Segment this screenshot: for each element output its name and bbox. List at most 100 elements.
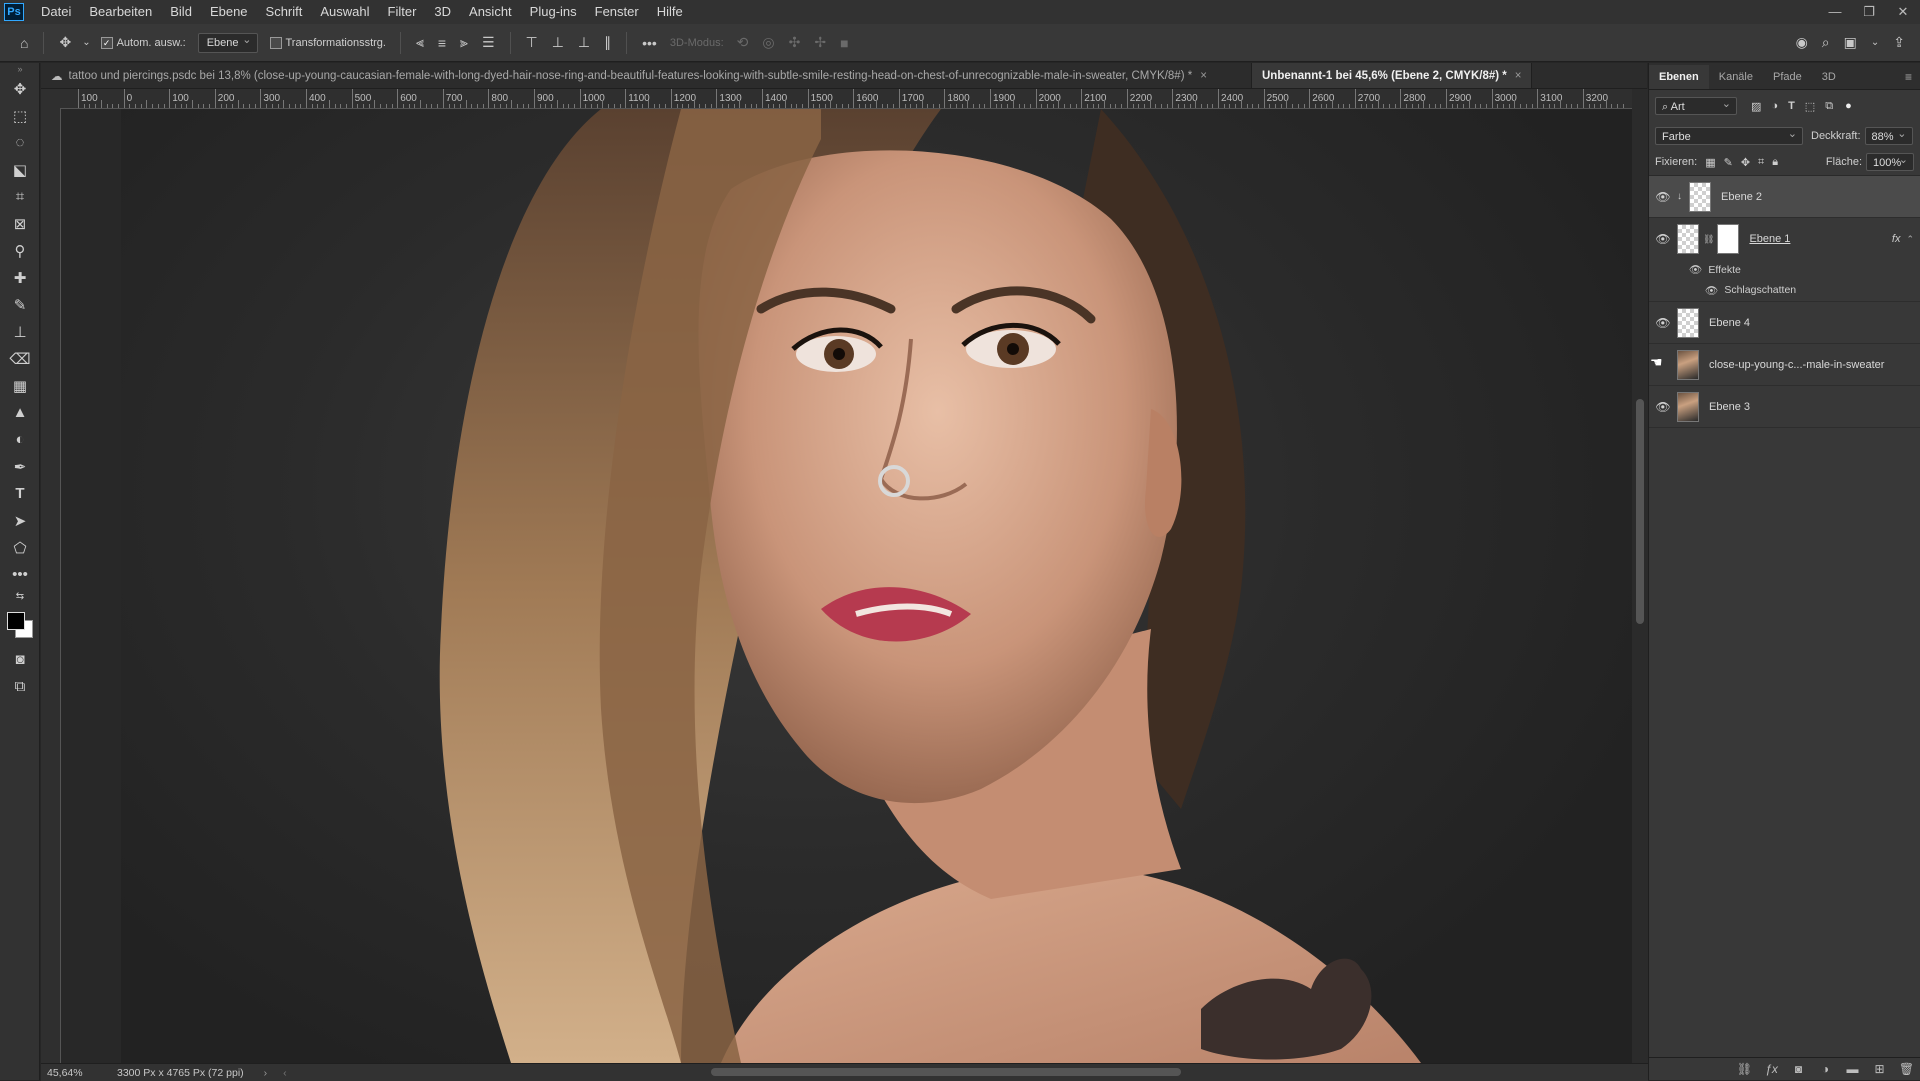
panel-menu-icon[interactable]: ≡ bbox=[1905, 65, 1912, 89]
move-tool-icon[interactable]: ✥ bbox=[59, 34, 71, 51]
filter-toggle-icon[interactable]: ● bbox=[1845, 100, 1852, 112]
document-canvas[interactable] bbox=[121, 109, 1632, 1063]
layer-row-ebene-2[interactable]: 👁︎ ↓ Ebene 2 bbox=[1649, 176, 1920, 218]
healing-brush-tool-icon[interactable]: ✚ bbox=[0, 264, 40, 291]
filter-pixel-icon[interactable]: ▨ bbox=[1751, 100, 1761, 113]
visibility-eye-icon[interactable]: 👁︎ bbox=[1649, 232, 1677, 246]
layer-row-ebene-3[interactable]: 👁︎ Ebene 3 bbox=[1649, 386, 1920, 428]
distribute-icon[interactable]: ☰ bbox=[482, 34, 495, 51]
close-window-icon[interactable]: ✕ bbox=[1886, 0, 1920, 24]
layer-row-ebene-4[interactable]: 👁︎ Ebene 4 bbox=[1649, 302, 1920, 344]
adjustment-layer-icon[interactable]: ◑ bbox=[1812, 1062, 1839, 1076]
vertical-scrollbar[interactable] bbox=[1632, 89, 1648, 1063]
menu-select[interactable]: Auswahl bbox=[311, 0, 378, 24]
drop-shadow-eye-icon[interactable]: 👁︎ bbox=[1705, 284, 1718, 297]
move-tool-icon[interactable]: ✥ bbox=[0, 75, 40, 102]
layer-thumbnail[interactable] bbox=[1677, 391, 1699, 422]
auto-select-checkbox[interactable]: ✓ Autom. ausw.: bbox=[100, 36, 186, 49]
layer-row-photo[interactable]: 👁︎ close-up-young-c...-male-in-sweater bbox=[1649, 344, 1920, 386]
opacity-input[interactable]: 88% bbox=[1864, 125, 1913, 145]
filter-smart-object-icon[interactable]: ⧉ bbox=[1825, 100, 1833, 113]
filter-adjustment-icon[interactable]: ◑ bbox=[1771, 100, 1778, 112]
filter-shape-icon[interactable]: ⬚ bbox=[1805, 100, 1815, 113]
layer-name[interactable]: Ebene 3 bbox=[1709, 401, 1750, 413]
link-layers-icon[interactable]: ⛓ bbox=[1731, 1062, 1758, 1076]
menu-layer[interactable]: Ebene bbox=[201, 0, 257, 24]
tab-paths[interactable]: Pfade bbox=[1763, 65, 1812, 89]
more-options-icon[interactable]: ••• bbox=[642, 35, 657, 51]
close-tab-icon[interactable]: × bbox=[1200, 70, 1207, 82]
transform-controls-checkbox[interactable]: Transformationsstrg. bbox=[269, 36, 386, 49]
visibility-eye-icon[interactable]: 👁︎ bbox=[1649, 316, 1677, 330]
dodge-tool-icon[interactable]: ◐ bbox=[0, 426, 40, 453]
align-bottom-icon[interactable]: ⊥ bbox=[578, 34, 590, 51]
workspace-icon[interactable]: ▣ bbox=[1844, 34, 1857, 51]
foreground-color[interactable] bbox=[7, 612, 25, 630]
share-icon[interactable]: ⇪ bbox=[1893, 34, 1905, 51]
layer-row-ebene-1[interactable]: 👁︎ ⛓ Ebene 1 fx ⌃ bbox=[1649, 218, 1920, 260]
screen-mode-icon[interactable]: ⧉ bbox=[0, 673, 40, 700]
search-icon[interactable]: ⌕ bbox=[1822, 34, 1830, 51]
layer-thumbnail[interactable] bbox=[1689, 181, 1711, 212]
quick-mask-icon[interactable]: ◙ bbox=[0, 646, 40, 673]
crop-tool-icon[interactable]: ⌗ bbox=[0, 183, 40, 210]
brush-tool-icon[interactable]: ✎ bbox=[0, 291, 40, 318]
layer-thumbnail[interactable] bbox=[1677, 224, 1699, 254]
zoom-level[interactable]: 45,64% bbox=[47, 1067, 107, 1079]
blend-mode-dropdown[interactable]: Farbe bbox=[1655, 125, 1803, 145]
menu-plugins[interactable]: Plug-ins bbox=[521, 0, 586, 24]
filter-type-icon[interactable]: T bbox=[1788, 100, 1795, 112]
lock-position-icon[interactable]: ✥ bbox=[1741, 156, 1750, 169]
menu-type[interactable]: Schrift bbox=[257, 0, 312, 24]
scroll-left-icon[interactable]: ‹ bbox=[283, 1067, 287, 1079]
lock-image-icon[interactable]: ✎ bbox=[1724, 156, 1733, 169]
object-select-tool-icon[interactable]: ⬕ bbox=[0, 156, 40, 183]
layer-name[interactable]: close-up-young-c...-male-in-sweater bbox=[1709, 359, 1884, 371]
align-middle-icon[interactable]: ⊥ bbox=[552, 34, 564, 51]
visibility-eye-icon[interactable]: 👁︎ bbox=[1649, 400, 1677, 414]
vertical-ruler[interactable] bbox=[41, 108, 61, 1063]
lasso-tool-icon[interactable]: ◌ bbox=[0, 129, 40, 156]
horizontal-scroll-thumb[interactable] bbox=[711, 1068, 1181, 1076]
menu-view[interactable]: Ansicht bbox=[460, 0, 521, 24]
blur-tool-icon[interactable]: ▲ bbox=[0, 399, 40, 426]
menu-file[interactable]: Datei bbox=[32, 0, 80, 24]
frame-tool-icon[interactable]: ⊠ bbox=[0, 210, 40, 237]
restore-icon[interactable]: ❐ bbox=[1852, 0, 1886, 24]
effects-row[interactable]: 👁︎ Effekte bbox=[1649, 260, 1920, 279]
eraser-tool-icon[interactable]: ⌫ bbox=[0, 345, 40, 372]
menu-help[interactable]: Hilfe bbox=[648, 0, 692, 24]
layer-mask-thumbnail[interactable] bbox=[1717, 224, 1740, 254]
tab-3d[interactable]: 3D bbox=[1812, 65, 1846, 89]
menu-image[interactable]: Bild bbox=[161, 0, 201, 24]
visibility-eye-icon[interactable]: 👁︎ bbox=[1649, 190, 1677, 204]
layer-thumbnail[interactable] bbox=[1677, 307, 1699, 338]
align-top-icon[interactable]: ⊤ bbox=[526, 34, 538, 51]
lock-all-icon[interactable]: 🔒︎ bbox=[1772, 156, 1778, 169]
delete-layer-icon[interactable]: 🗑︎ bbox=[1893, 1062, 1920, 1076]
gradient-tool-icon[interactable]: ▦ bbox=[0, 372, 40, 399]
chevron-down-icon[interactable]: ⌄ bbox=[82, 37, 90, 48]
pen-tool-icon[interactable]: ✒ bbox=[0, 453, 40, 480]
fx-icon[interactable]: fx bbox=[1892, 233, 1901, 245]
color-swatches[interactable] bbox=[0, 604, 39, 646]
tab-layers[interactable]: Ebenen bbox=[1649, 65, 1709, 89]
horizontal-ruler[interactable]: 100 0 100 200 300 400 500 600 700 800 900 1000 1100 1… bbox=[60, 89, 1632, 109]
menu-3d[interactable]: 3D bbox=[425, 0, 460, 24]
canvas-area[interactable] bbox=[61, 109, 1632, 1063]
path-select-tool-icon[interactable]: ➤ bbox=[0, 507, 40, 534]
layer-name[interactable]: Ebene 4 bbox=[1709, 317, 1750, 329]
align-center-icon[interactable]: ≡ bbox=[438, 35, 446, 51]
lock-artboard-icon[interactable]: ⌗ bbox=[1758, 156, 1764, 169]
layer-thumbnail[interactable] bbox=[1677, 349, 1699, 380]
learn-icon[interactable]: ◉ bbox=[1796, 34, 1808, 51]
fill-input[interactable]: 100% bbox=[1866, 151, 1914, 171]
distribute-vertical-icon[interactable]: ∥ bbox=[604, 34, 611, 51]
add-mask-icon[interactable]: ◙ bbox=[1785, 1062, 1812, 1076]
effects-eye-icon[interactable]: 👁︎ bbox=[1689, 263, 1702, 276]
align-left-icon[interactable]: ⫷ bbox=[416, 34, 424, 51]
layer-filter-dropdown[interactable]: ⌕ Art bbox=[1655, 95, 1737, 115]
link-icon[interactable]: ⛓ bbox=[1703, 234, 1714, 245]
collapse-icon[interactable]: » bbox=[0, 63, 40, 75]
new-layer-icon[interactable]: ⊞ bbox=[1866, 1062, 1893, 1076]
